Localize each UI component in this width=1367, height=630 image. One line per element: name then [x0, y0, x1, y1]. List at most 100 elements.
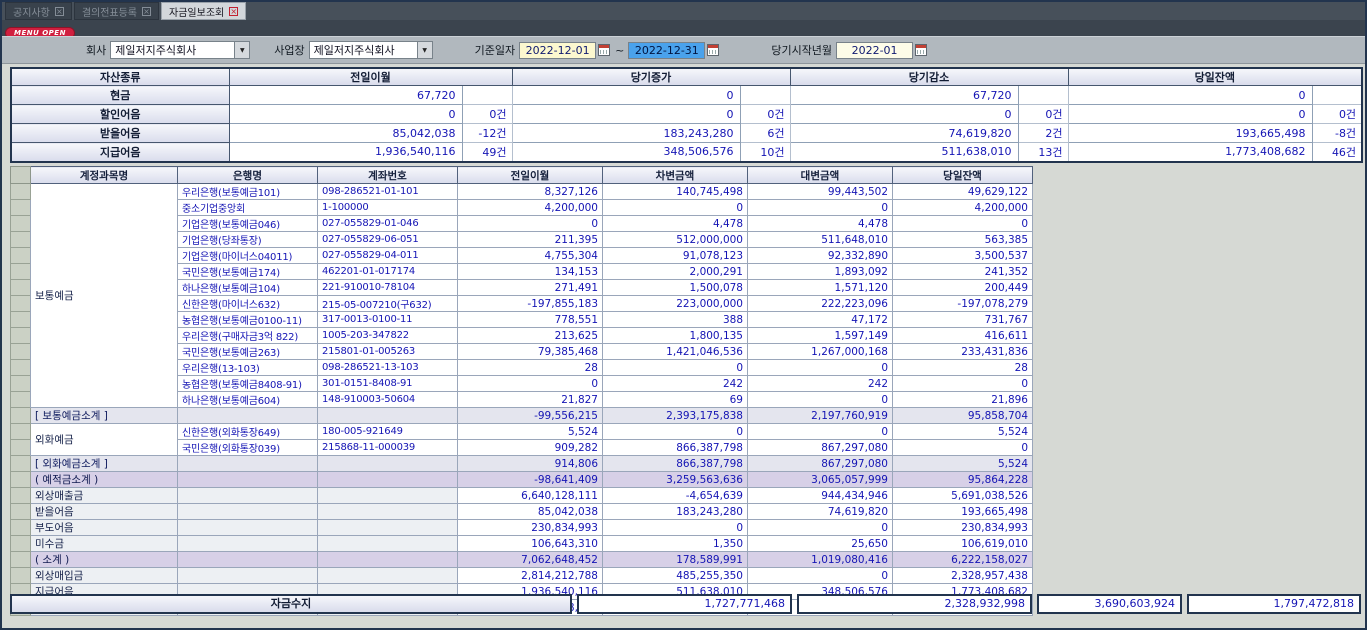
bank-name: [178, 536, 318, 552]
row-selector[interactable]: [11, 296, 31, 312]
amount-cell: 3,500,537: [893, 248, 1033, 264]
base-date-to-input[interactable]: 2022-12-31: [628, 42, 705, 59]
summary-header-today-balance: 당일잔액: [1068, 68, 1362, 86]
account-name: 부도어음: [31, 520, 178, 536]
row-selector[interactable]: [11, 472, 31, 488]
summary-amount: 193,665,498: [1068, 124, 1312, 143]
account-name: 받을어음: [31, 504, 178, 520]
amount-cell: 3,259,563,636: [603, 472, 748, 488]
row-selector[interactable]: [11, 424, 31, 440]
row-selector[interactable]: [11, 488, 31, 504]
detail-row: 외상매입금2,814,212,788485,255,35002,328,957,…: [11, 568, 1033, 584]
row-selector[interactable]: [11, 408, 31, 424]
account-number: [318, 456, 458, 472]
row-selector[interactable]: [11, 232, 31, 248]
amount-cell: 0: [748, 424, 893, 440]
amount-cell: 92,332,890: [748, 248, 893, 264]
account-name: 외상매입금: [31, 568, 178, 584]
tab-close-icon[interactable]: ×: [55, 7, 64, 16]
account-number: [318, 504, 458, 520]
period-start-input[interactable]: 2022-01: [836, 42, 913, 59]
row-selector[interactable]: [11, 568, 31, 584]
summary-amount: 0: [1068, 105, 1312, 124]
row-selector[interactable]: [11, 248, 31, 264]
site-select[interactable]: 제일저지주식회사 ▼: [309, 41, 433, 59]
summary-header-increase: 당기증가: [512, 68, 790, 86]
account-name: ( 소계 ): [31, 552, 178, 568]
row-selector[interactable]: [11, 200, 31, 216]
amount-cell: 106,619,010: [893, 536, 1033, 552]
bank-name: 국민은행(보통예금174): [178, 264, 318, 280]
amount-cell: 866,387,798: [603, 456, 748, 472]
tab-notice[interactable]: 공지사항 ×: [5, 2, 72, 20]
row-selector[interactable]: [11, 536, 31, 552]
bank-name: [178, 472, 318, 488]
row-selector[interactable]: [11, 184, 31, 200]
amount-cell: 47,172: [748, 312, 893, 328]
row-selector[interactable]: [11, 344, 31, 360]
row-selector[interactable]: [11, 280, 31, 296]
summary-count: [462, 86, 512, 105]
base-date-from-input[interactable]: 2022-12-01: [519, 42, 596, 59]
company-select[interactable]: 제일저지주식회사 ▼: [110, 41, 250, 59]
account-number: 027-055829-01-046: [318, 216, 458, 232]
summary-header-row: 자산종류 전일이월 당기증가 당기감소 당일잔액: [11, 68, 1362, 86]
amount-cell: 200,449: [893, 280, 1033, 296]
summary-count: 13건: [1018, 143, 1068, 162]
summary-row: 현금67,720067,7200: [11, 86, 1362, 105]
summary-amount: 67,720: [229, 86, 462, 105]
account-name: 외상매출금: [31, 488, 178, 504]
amount-cell: 909,282: [458, 440, 603, 456]
calendar-icon[interactable]: [915, 44, 927, 56]
detail-row: 부도어음230,834,99300230,834,993: [11, 520, 1033, 536]
row-selector[interactable]: [11, 360, 31, 376]
account-number: 027-055829-04-011: [318, 248, 458, 264]
row-selector[interactable]: [11, 440, 31, 456]
asset-type-label: 현금: [11, 86, 229, 105]
amount-cell: 213,625: [458, 328, 603, 344]
row-selector[interactable]: [11, 456, 31, 472]
bank-name: [178, 504, 318, 520]
amount-cell: 1,421,046,536: [603, 344, 748, 360]
amount-cell: -99,556,215: [458, 408, 603, 424]
row-selector[interactable]: [11, 520, 31, 536]
row-selector[interactable]: [11, 504, 31, 520]
calendar-icon[interactable]: [598, 44, 610, 56]
fund-balance-value-4: 1,797,472,818: [1187, 594, 1361, 614]
summary-count: -8건: [1312, 124, 1362, 143]
tab-voucher-entry[interactable]: 결의전표등록 ×: [74, 2, 159, 20]
bank-name: [178, 520, 318, 536]
amount-cell: 4,755,304: [458, 248, 603, 264]
tab-daily-funds-report[interactable]: 자금일보조회 ×: [161, 2, 246, 20]
row-selector[interactable]: [11, 312, 31, 328]
amount-cell: 6,222,158,027: [893, 552, 1033, 568]
amount-cell: 2,000,291: [603, 264, 748, 280]
amount-cell: 0: [893, 216, 1033, 232]
site-select-value: 제일저지주식회사: [310, 42, 417, 58]
row-selector[interactable]: [11, 264, 31, 280]
row-selector[interactable]: [11, 376, 31, 392]
calendar-icon[interactable]: [707, 44, 719, 56]
row-selector[interactable]: [11, 392, 31, 408]
tab-close-icon[interactable]: ×: [229, 7, 238, 16]
row-selector[interactable]: [11, 552, 31, 568]
account-number: 221-910010-78104: [318, 280, 458, 296]
amount-cell: -98,641,409: [458, 472, 603, 488]
detail-table-body: 보통예금우리은행(보통예금101)098-286521-01-1018,327,…: [11, 184, 1033, 616]
amount-cell: 223,000,000: [603, 296, 748, 312]
base-date-label: 기준일자: [475, 42, 515, 58]
summary-amount: 67,720: [790, 86, 1018, 105]
site-label: 사업장: [274, 42, 304, 58]
row-selector[interactable]: [11, 216, 31, 232]
amount-cell: 778,551: [458, 312, 603, 328]
amount-cell: 1,350: [603, 536, 748, 552]
row-selector[interactable]: [11, 328, 31, 344]
amount-cell: 85,042,038: [458, 504, 603, 520]
bank-name: [178, 568, 318, 584]
account-number: [318, 552, 458, 568]
tab-bar: 공지사항 × 결의전표등록 × 자금일보조회 ×: [2, 2, 1365, 20]
bank-name: 농협은행(보통예금8408-91): [178, 376, 318, 392]
summary-table: 자산종류 전일이월 당기증가 당기감소 당일잔액 현금67,720067,720…: [10, 67, 1363, 163]
tab-close-icon[interactable]: ×: [142, 7, 151, 16]
summary-amount: 0: [790, 105, 1018, 124]
